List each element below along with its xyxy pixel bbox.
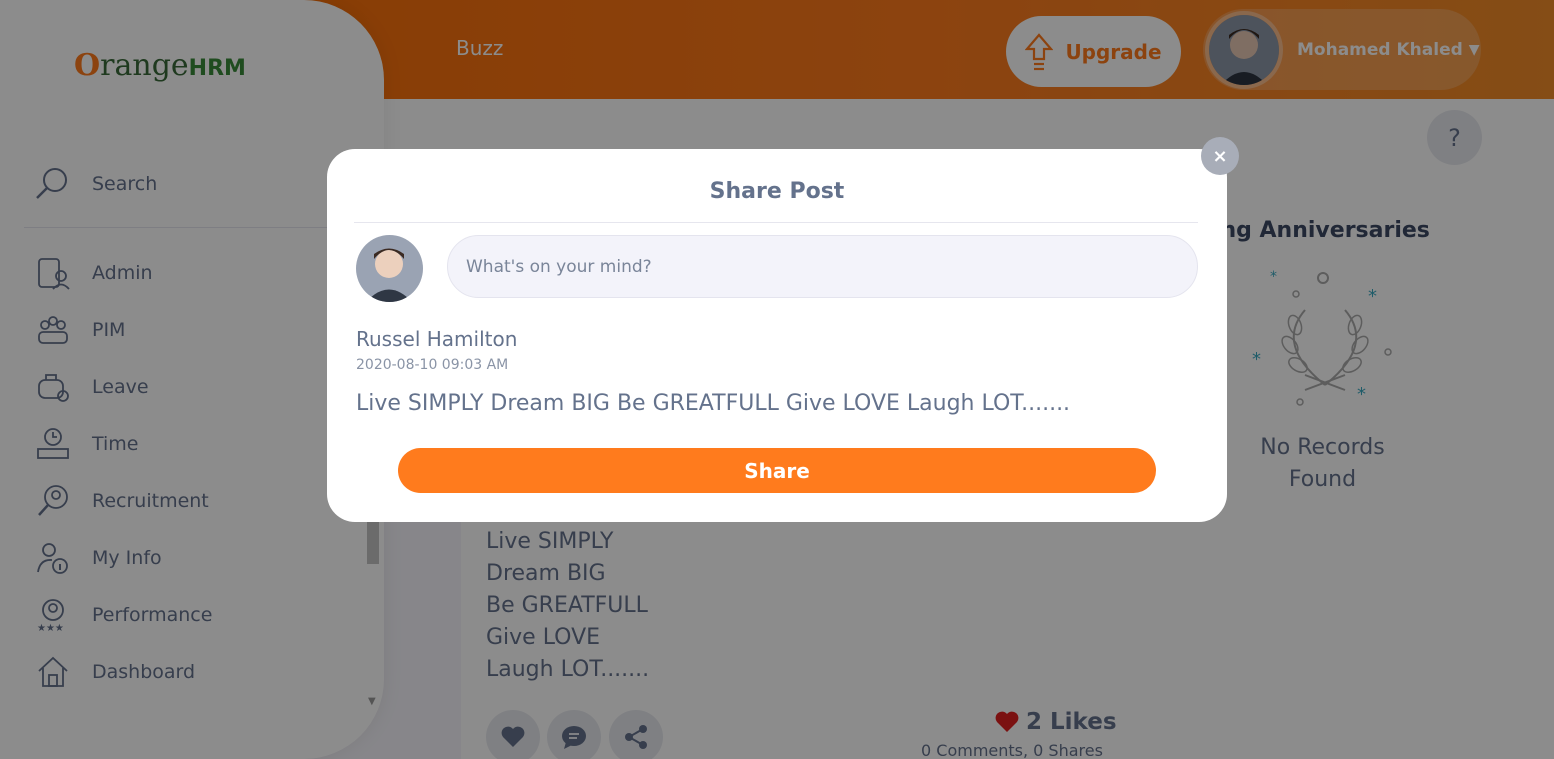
dialog-title: Share Post [709, 179, 845, 204]
share-post-dialog: Share Post Russel Hamilton 2020-08-10 09… [327, 149, 1227, 522]
divider [354, 222, 1198, 223]
post-author: Russel Hamilton [356, 327, 518, 351]
post-timestamp: 2020-08-10 09:03 AM [356, 357, 509, 373]
close-icon[interactable]: × [1201, 137, 1239, 175]
shared-post-text: Live SIMPLY Dream BIG Be GREATFULL Give … [356, 391, 1071, 416]
avatar [356, 235, 423, 302]
share-button[interactable]: Share [398, 448, 1156, 493]
post-input[interactable] [447, 235, 1198, 298]
